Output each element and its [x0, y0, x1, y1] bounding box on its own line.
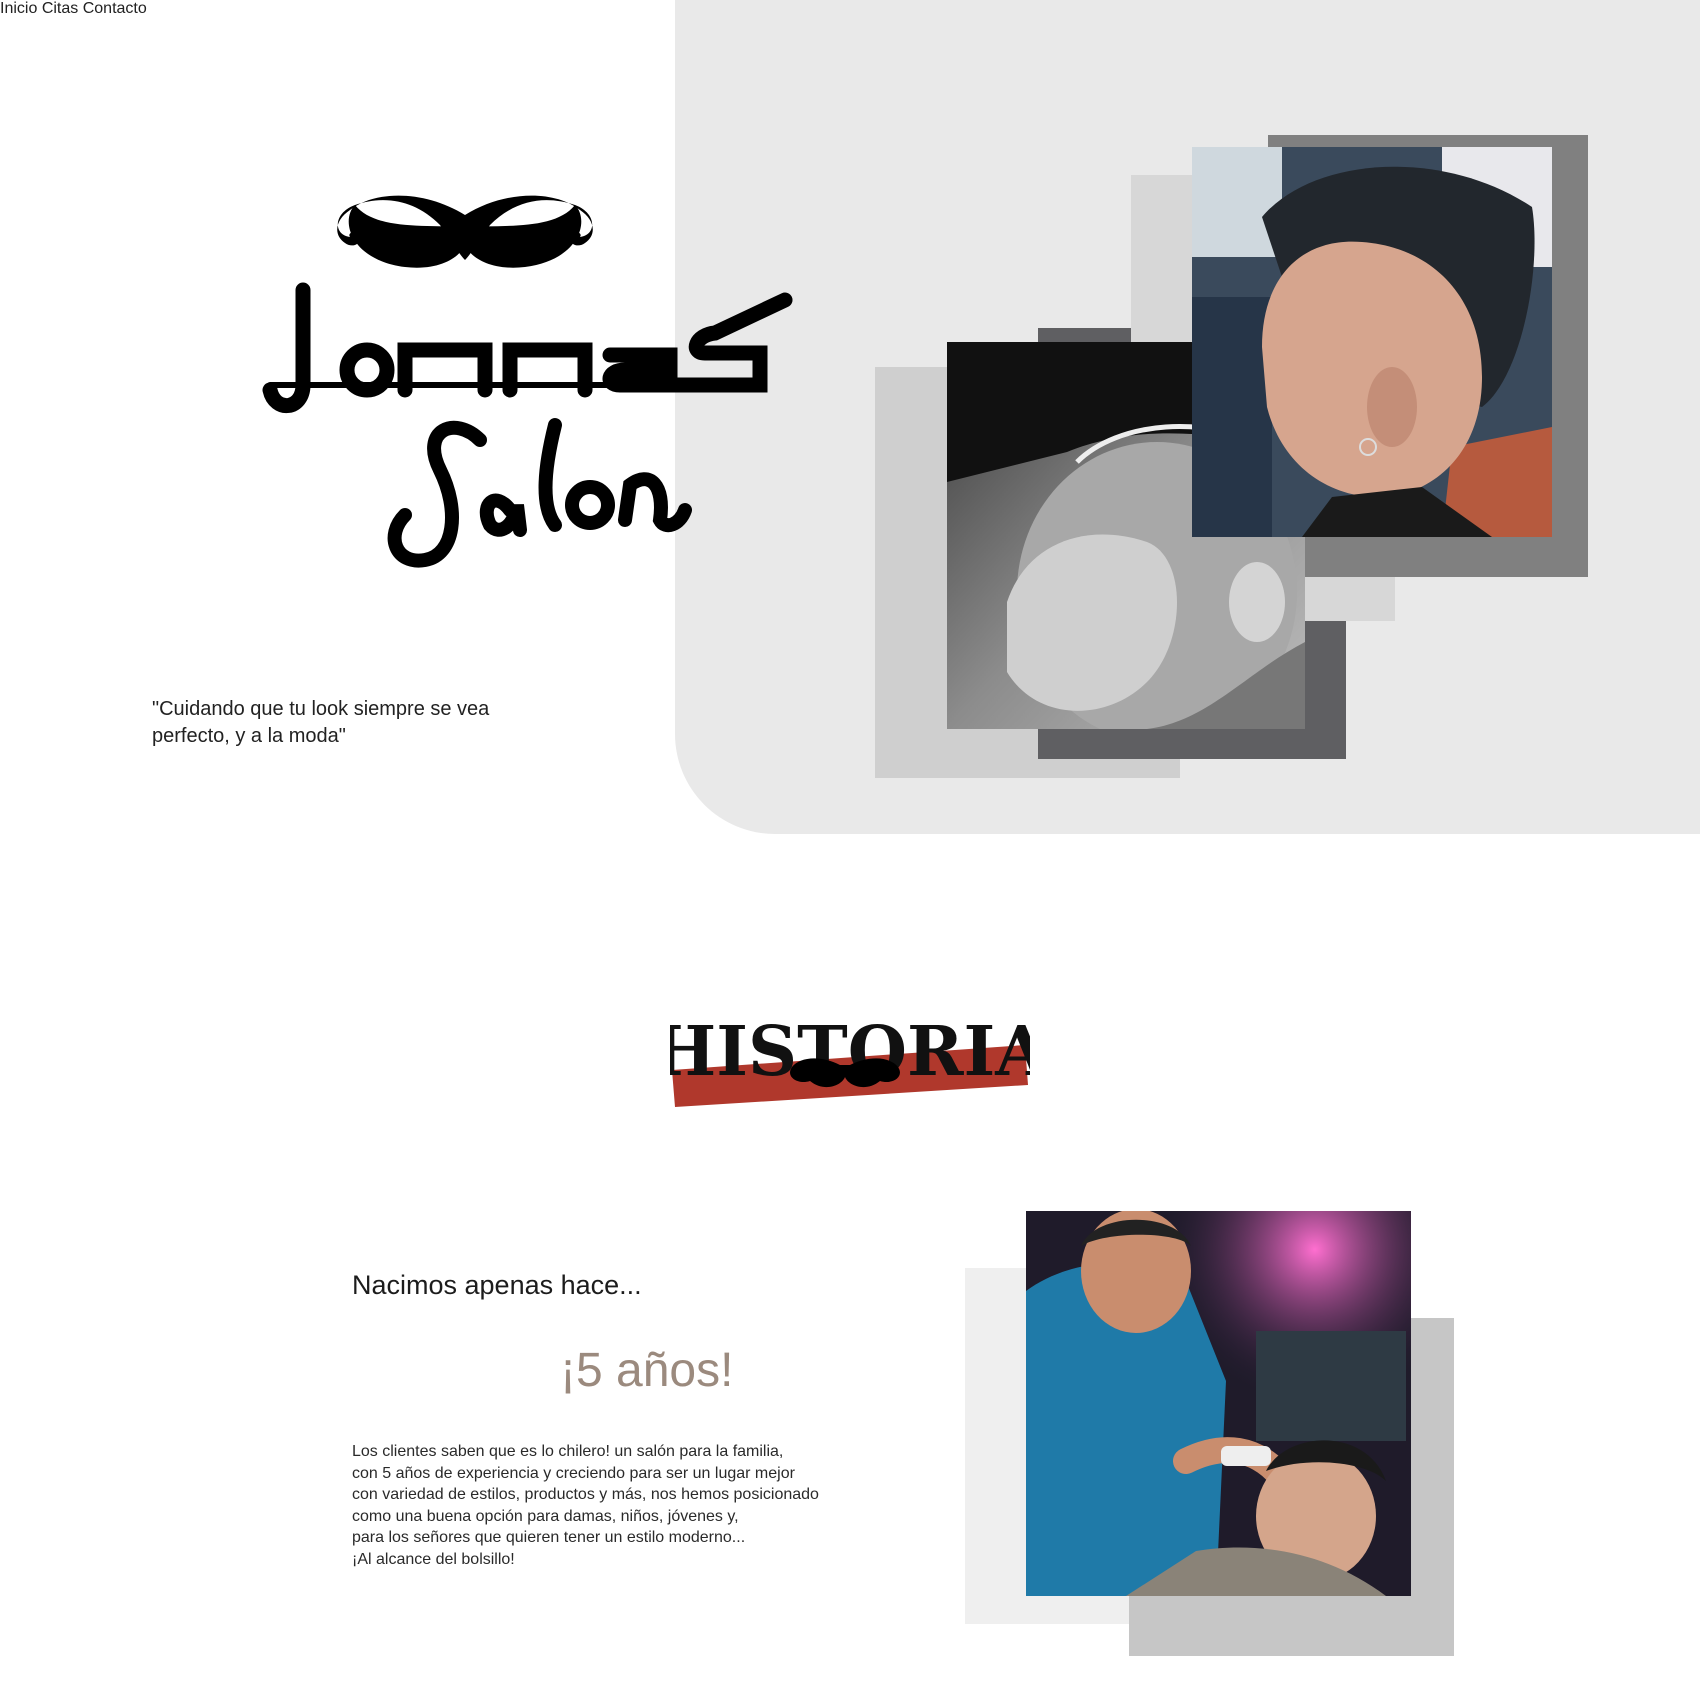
client-photo-color — [1192, 147, 1552, 537]
nav-inicio[interactable]: Inicio — [0, 0, 37, 17]
history-line: con variedad de estilos, productos y más… — [352, 1486, 819, 1503]
history-line: Los clientes saben que es lo chilero! un… — [352, 1443, 784, 1460]
history-paragraph: Los clientes saben que es lo chilero! un… — [352, 1441, 872, 1570]
section-title-historia: HISTORIA — [652, 985, 1049, 1110]
logo-wordmark-salon — [387, 418, 692, 568]
nav-contacto[interactable]: Contacto — [83, 0, 147, 17]
history-line: ¡Al alcance del bolsillo! — [352, 1550, 515, 1568]
brand-logo — [255, 185, 800, 615]
mustache-icon — [337, 195, 593, 268]
history-years: ¡5 años! — [560, 1344, 734, 1397]
logo-wordmark-jonnas — [262, 282, 793, 414]
history-line: con 5 años de experiencia y creciendo pa… — [352, 1464, 795, 1482]
hero-tagline: "Cuidando que tu look siempre se vea per… — [152, 698, 490, 747]
history-line: como una buena opción para damas, niños,… — [352, 1507, 739, 1525]
history-subheading: Nacimos apenas hace... — [352, 1270, 642, 1300]
nav-citas[interactable]: Citas — [42, 0, 78, 17]
barber-photo — [1026, 1211, 1411, 1596]
history-line: para los señores que quieren tener un es… — [352, 1529, 746, 1546]
